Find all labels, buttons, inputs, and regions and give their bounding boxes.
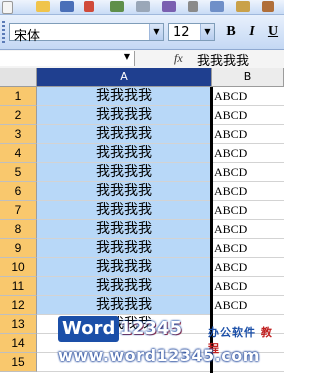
chevron-down-icon[interactable]: ▼ (124, 52, 130, 61)
copy-icon[interactable] (210, 1, 224, 12)
cell-a[interactable]: 我我我我 (37, 296, 212, 315)
toolbar-grip[interactable] (2, 21, 5, 43)
standard-toolbar (0, 0, 284, 15)
row-header[interactable]: 2 (0, 106, 37, 125)
formatting-toolbar: 宋体 ▼ 12 ▼ B I U (0, 15, 284, 50)
cell-b[interactable]: ABCD (212, 106, 284, 125)
row-header[interactable]: 10 (0, 258, 37, 277)
row-header[interactable]: 6 (0, 182, 37, 201)
cell-a[interactable]: 我我我我 (37, 144, 212, 163)
cell-a[interactable]: 我我我我 (37, 239, 212, 258)
italic-button[interactable]: I (243, 23, 261, 41)
permission-icon[interactable] (84, 1, 94, 12)
row-header[interactable]: 4 (0, 144, 37, 163)
cell-b[interactable]: ABCD (212, 125, 284, 144)
cell-a[interactable]: 我我我我 (37, 125, 212, 144)
fx-icon[interactable]: fx (174, 51, 183, 66)
watermark-tagline-text: 办公软件 (208, 326, 256, 339)
cell-b[interactable]: ABCD (212, 144, 284, 163)
cut-icon[interactable] (188, 1, 198, 12)
row-header[interactable]: 13 (0, 315, 37, 334)
font-name-combo[interactable]: 宋体 ▼ (9, 23, 164, 44)
save-icon[interactable] (60, 1, 74, 12)
open-folder-icon[interactable] (36, 1, 50, 12)
cell-b[interactable]: ABCD (212, 258, 284, 277)
cell-a[interactable]: 我我我我 (37, 258, 212, 277)
row-header[interactable]: 7 (0, 201, 37, 220)
select-all-corner[interactable] (0, 68, 37, 87)
chevron-down-icon[interactable]: ▼ (149, 24, 163, 40)
row-header[interactable]: 14 (0, 334, 37, 353)
name-box[interactable]: ▼ (0, 51, 135, 66)
print-preview-icon[interactable] (136, 1, 150, 12)
bold-button[interactable]: B (222, 23, 240, 41)
row-header[interactable]: 3 (0, 125, 37, 144)
watermark-url: www.word12345.com (58, 346, 260, 365)
paste-icon[interactable] (236, 1, 250, 12)
row-header[interactable]: 5 (0, 163, 37, 182)
cell-b[interactable]: ABCD (212, 163, 284, 182)
cell-a[interactable]: 我我我我 (37, 220, 212, 239)
cell-b[interactable]: ABCD (212, 201, 284, 220)
chevron-down-icon[interactable]: ▼ (200, 24, 214, 40)
row-header[interactable]: 11 (0, 277, 37, 296)
cell-b[interactable]: ABCD (212, 296, 284, 315)
email-icon[interactable] (110, 1, 124, 12)
cell-a[interactable]: 我我我我 (37, 182, 212, 201)
formula-bar: ▼ fx 我我我我 (0, 50, 284, 69)
column-header-a[interactable]: A (37, 68, 212, 87)
cell-b[interactable]: ABCD (212, 87, 284, 106)
cell-a[interactable]: 我我我我 (37, 163, 212, 182)
cell-a[interactable]: 我我我我 (37, 277, 212, 296)
cell-a[interactable]: 我我我我 (37, 106, 212, 125)
spelling-icon[interactable] (162, 1, 176, 12)
column-header-b[interactable]: B (212, 68, 284, 87)
watermark-brand-word: Word (58, 316, 120, 342)
font-size-combo[interactable]: 12 ▼ (168, 23, 215, 41)
row-header[interactable]: 15 (0, 353, 37, 372)
format-painter-icon[interactable] (262, 1, 274, 12)
cell-a[interactable]: 我我我我 (37, 87, 212, 106)
formula-input[interactable]: 我我我我 (197, 50, 249, 69)
font-name-value: 宋体 (14, 29, 41, 44)
watermark: Word 12345 办公软件 教程 www.word12345.com (58, 316, 284, 373)
row-header[interactable]: 1 (0, 87, 37, 106)
cell-b[interactable]: ABCD (212, 277, 284, 296)
cell-b[interactable]: ABCD (212, 220, 284, 239)
row-header[interactable]: 12 (0, 296, 37, 315)
watermark-brand-number: 12345 (119, 318, 182, 339)
cell-b[interactable]: ABCD (212, 239, 284, 258)
underline-button[interactable]: U (264, 23, 282, 41)
new-document-icon[interactable] (2, 1, 13, 14)
row-header[interactable]: 8 (0, 220, 37, 239)
cell-b[interactable]: ABCD (212, 182, 284, 201)
row-header[interactable]: 9 (0, 239, 37, 258)
cell-a[interactable]: 我我我我 (37, 201, 212, 220)
font-size-value: 12 (173, 25, 190, 40)
